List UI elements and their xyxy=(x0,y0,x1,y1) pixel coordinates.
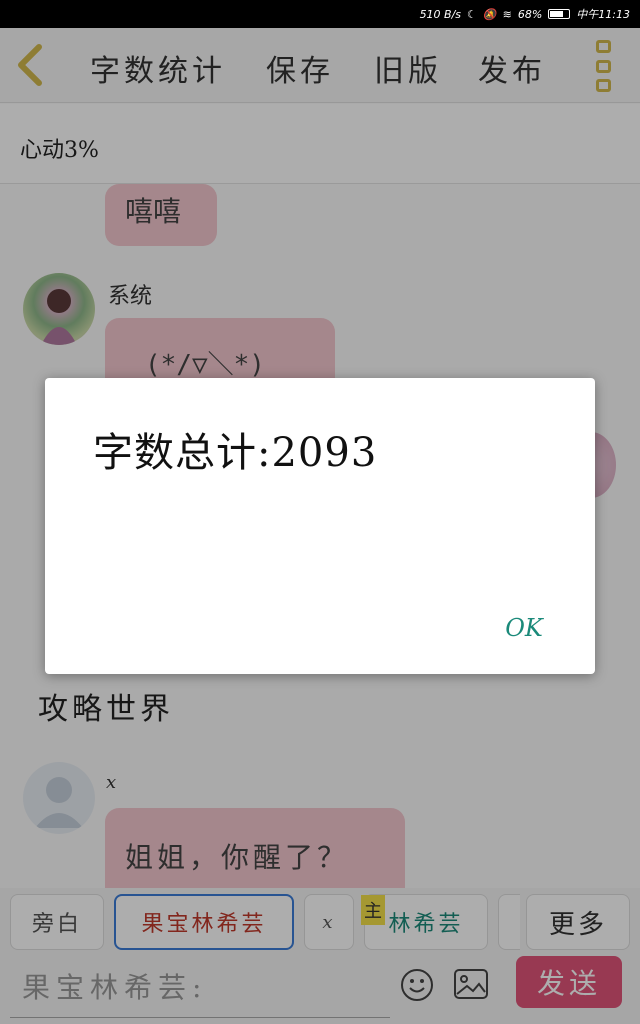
app-root: 510 B/s ☾ 🔕 ≋ 68% 中午11:13 字数统计 保存 旧版 发布 … xyxy=(0,0,640,1024)
ok-button[interactable]: OK xyxy=(489,606,559,650)
battery-icon xyxy=(548,9,571,19)
network-speed: 510 B/s xyxy=(419,7,462,21)
clock: 中午11:13 xyxy=(576,8,630,21)
battery-percent: 68% xyxy=(517,7,543,21)
mute-icon: 🔕 xyxy=(482,7,497,21)
wifi-icon: ≋ xyxy=(502,7,512,21)
dialog-message: 字数总计:2093 xyxy=(93,430,378,476)
moon-icon: ☾ xyxy=(467,7,477,21)
status-bar: 510 B/s ☾ 🔕 ≋ 68% 中午11:13 xyxy=(0,0,640,28)
word-count-dialog: 字数总计:2093 OK xyxy=(45,378,595,674)
